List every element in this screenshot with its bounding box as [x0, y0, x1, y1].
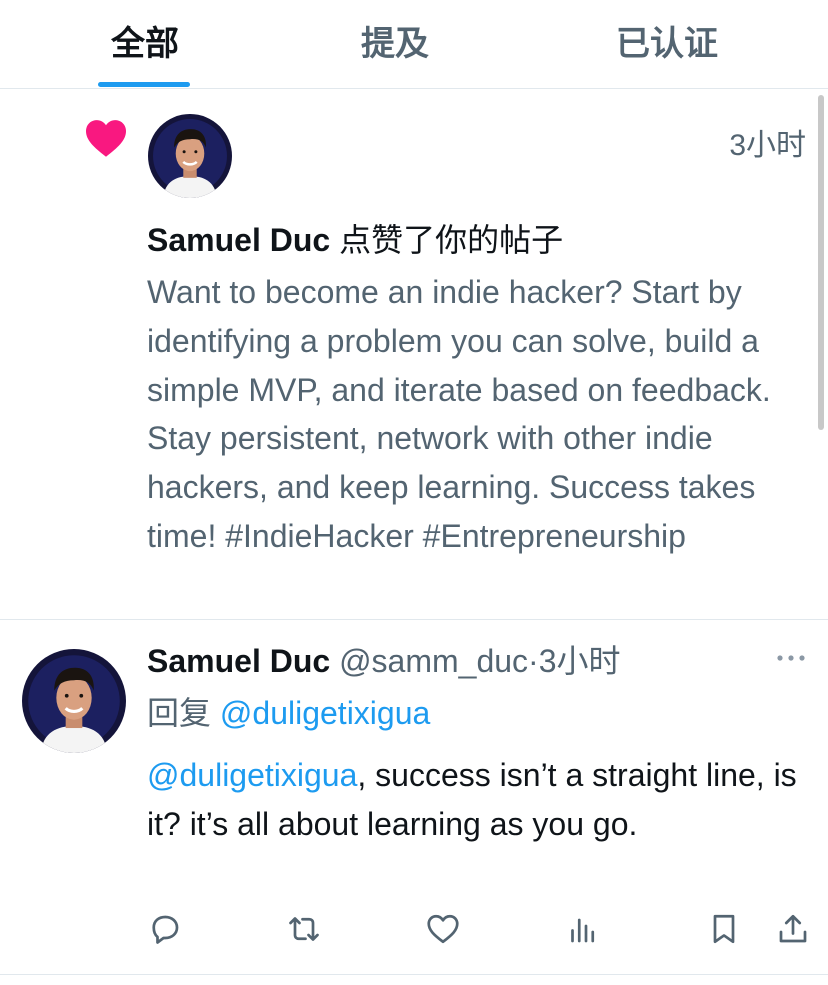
avatar[interactable]	[148, 114, 232, 198]
more-icon[interactable]	[776, 653, 806, 663]
avatar-image	[148, 114, 232, 198]
replying-to: 回复 @duligetixigua	[147, 693, 430, 733]
notification-headline: Samuel Duc 点赞了你的帖子	[147, 220, 563, 260]
active-tab-indicator	[98, 82, 190, 87]
reply-icon[interactable]	[147, 911, 183, 947]
share-icon[interactable]	[775, 911, 811, 947]
reply-post[interactable]: Samuel Duc @samm_duc·3小时 回复 @duligetixig…	[0, 621, 828, 975]
views-icon[interactable]	[565, 911, 601, 947]
mention-link[interactable]: @duligetixigua	[147, 757, 357, 793]
user-name[interactable]: Samuel Duc	[147, 222, 330, 258]
user-handle-time[interactable]: @samm_duc·3小时	[330, 643, 620, 679]
action-bar	[0, 911, 828, 951]
avatar[interactable]	[22, 649, 126, 753]
like-icon[interactable]	[425, 911, 461, 947]
notification-action: 点赞了你的帖子	[330, 222, 564, 258]
tab-verified[interactable]: 已认证	[602, 22, 732, 66]
replying-prefix: 回复	[147, 695, 220, 731]
tab-all[interactable]: 全部	[100, 22, 190, 66]
heart-icon	[86, 120, 126, 157]
replying-to-link[interactable]: @duligetixigua	[220, 695, 430, 731]
tab-mentions[interactable]: 提及	[350, 22, 440, 66]
retweet-icon[interactable]	[286, 911, 322, 947]
notification-time: 3小时	[729, 129, 806, 162]
like-notification[interactable]: 3小时 Samuel Duc 点赞了你的帖子 Want to become an…	[0, 90, 828, 620]
reply-text[interactable]: @duligetixigua, success isn’t a straight…	[147, 751, 817, 849]
user-name[interactable]: Samuel Duc	[147, 643, 330, 679]
liked-post-text[interactable]: Want to become an indie hacker? Start by…	[147, 268, 817, 561]
avatar-image	[22, 649, 126, 753]
tab-bar: 全部 提及 已认证	[0, 0, 828, 89]
bookmark-icon[interactable]	[706, 911, 742, 947]
reply-header: Samuel Duc @samm_duc·3小时	[147, 641, 621, 681]
